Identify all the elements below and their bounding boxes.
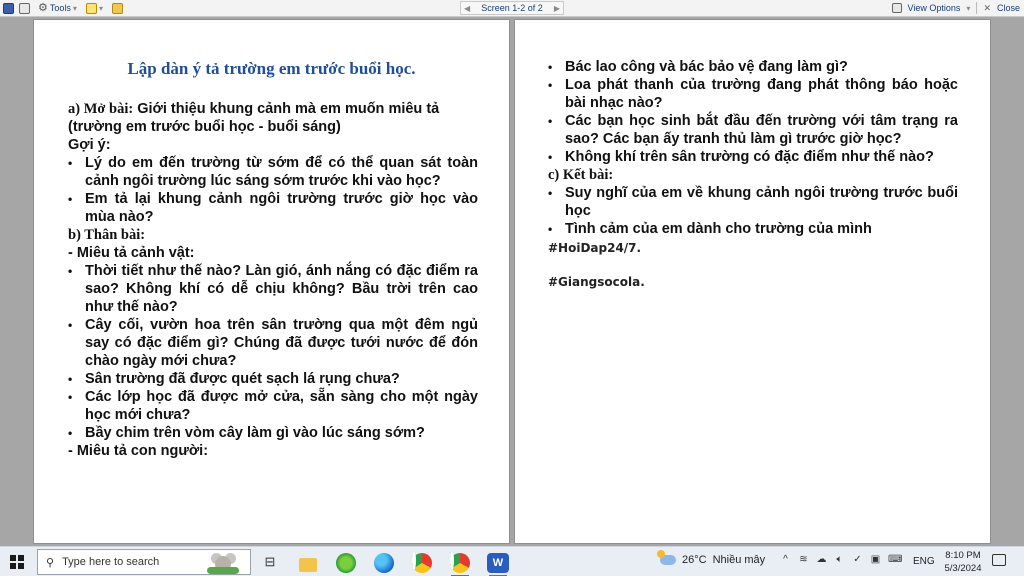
tools-menu[interactable]: ⚙ Tools ▾: [38, 1, 77, 15]
clock[interactable]: 8:10 PM 5/3/2024: [938, 549, 988, 575]
right-page-body: Bác lao công và bác bảo vệ đang làm gì? …: [548, 58, 958, 290]
reading-toolbar: ⚙ Tools ▾ ▾ ◀ Screen 1-2 of 2 ▶ View Opt…: [0, 0, 1024, 17]
list-item: Các lớp học đã được mở cửa, sẵn sàng cho…: [68, 388, 478, 424]
pen-icon: [86, 2, 97, 14]
list-item: Cây cối, vườn hoa trên sân trường qua mộ…: [68, 316, 478, 370]
koala-illustration-icon: [206, 551, 240, 575]
security-icon[interactable]: ▣: [870, 554, 881, 565]
chrome-icon: [412, 553, 432, 573]
list-item: Lý do em đến trường từ sớm để có thể qua…: [68, 154, 478, 190]
hashtag-hoidap: #HoiDap24/7.: [548, 241, 642, 255]
file-explorer-icon: [299, 557, 317, 572]
previous-screen-button[interactable]: ◀: [464, 4, 470, 13]
list-item: Tình cảm của em dành cho trường của mình: [548, 220, 958, 238]
taskbar-search-box[interactable]: ⚲ Type here to search: [37, 549, 251, 575]
word-button[interactable]: W: [486, 550, 510, 576]
highlight-button[interactable]: ▾: [86, 1, 103, 15]
system-tray: ^ ≋ ☁ 🔈︎ ✓ ▣ ⌨: [780, 554, 902, 565]
scene-list: Thời tiết như thế nào? Làn gió, ánh nắng…: [68, 262, 478, 442]
view-options-icon: [891, 3, 902, 13]
folder-icon: [112, 2, 123, 14]
opening-paragraph: a) Mở bài: Giới thiệu khung cảnh mà em m…: [68, 100, 478, 136]
clock-time: 8:10 PM: [945, 550, 981, 561]
edge-icon: [374, 553, 394, 573]
chrome-profile-button[interactable]: [448, 550, 472, 576]
chevron-down-icon: ▾: [99, 3, 104, 13]
document-title: Lập dàn ý tả trường em trước buổi học.: [127, 59, 416, 78]
divider: [976, 2, 978, 14]
taskbar: ⚲ Type here to search ⊟ W 26°C Nhiều mây…: [0, 546, 1024, 576]
word-icon: W: [487, 553, 509, 573]
body-label: b) Thân bài:: [68, 227, 146, 243]
save-icon: [3, 2, 14, 14]
edge-button[interactable]: [372, 550, 396, 574]
windows-start-icon[interactable]: [10, 555, 24, 569]
hashtag-giangsocola: #Giangsocola.: [548, 275, 645, 289]
keyboard-icon[interactable]: ⌨: [888, 554, 902, 565]
chrome-icon: [450, 553, 470, 573]
document-page-left: Lập dàn ý tả trường em trước buổi học. a…: [33, 19, 510, 544]
print-button[interactable]: [19, 1, 30, 15]
weather-widget[interactable]: 26°C Nhiều mây: [657, 550, 766, 566]
cloud-icon[interactable]: ☁: [816, 554, 827, 565]
wifi-icon[interactable]: ≋: [798, 554, 809, 565]
screen-navigator: ◀ Screen 1-2 of 2 ▶: [460, 1, 564, 15]
list-item: Bầy chim trên vòm cây làm gì vào lúc sán…: [68, 424, 478, 442]
opening-label: a) Mở bài:: [68, 101, 134, 117]
chevron-up-icon[interactable]: ^: [780, 554, 791, 565]
chevron-down-icon: ▾: [966, 3, 971, 13]
list-item: Không khí trên sân trường có đặc điểm nh…: [548, 148, 958, 166]
list-item: Em tả lại khung cảnh ngôi trường trước g…: [68, 190, 478, 226]
hint-list: Lý do em đến trường từ sớm để có thể qua…: [68, 154, 478, 226]
tools-label: Tools: [49, 3, 71, 13]
notification-icon[interactable]: [992, 554, 1006, 566]
screen-indicator[interactable]: Screen 1-2 of 2: [481, 3, 543, 13]
list-item: Bác lao công và bác bảo vệ đang làm gì?: [548, 58, 958, 76]
next-screen-button[interactable]: ▶: [554, 4, 560, 13]
document-page-right: Bác lao công và bác bảo vệ đang làm gì? …: [514, 19, 991, 544]
list-item: Suy nghĩ của em về khung cảnh ngôi trườn…: [548, 184, 958, 220]
weather-icon: [657, 550, 676, 565]
close-button[interactable]: Close: [997, 3, 1020, 13]
list-item: Thời tiết như thế nào? Làn gió, ánh nắng…: [68, 262, 478, 316]
file-explorer-button[interactable]: [296, 550, 320, 574]
close-icon: ✕: [983, 2, 991, 13]
list-item: Sân trường đã được quét sạch lá rụng chư…: [68, 370, 478, 388]
list-item: Loa phát thanh của trường đang phát thôn…: [548, 76, 958, 112]
print-icon: [19, 2, 30, 14]
language-indicator[interactable]: ENG: [913, 556, 935, 567]
people-list: Bác lao công và bác bảo vệ đang làm gì? …: [548, 58, 958, 166]
speaker-icon[interactable]: 🔈︎: [834, 554, 845, 565]
list-item: Các bạn học sinh bắt đầu đến trường với …: [548, 112, 958, 148]
weather-temp: 26°C: [682, 554, 707, 566]
search-icon: ⚲: [46, 556, 55, 569]
taskbar-apps: ⊟ W: [258, 550, 510, 576]
toolbar-right: View Options ▾ ✕ Close: [891, 1, 1020, 15]
scene-label: - Miêu tả cảnh vật:: [68, 245, 195, 261]
ending-label: c) Kết bài:: [548, 167, 614, 183]
search-placeholder: Type here to search: [62, 556, 160, 568]
comment-button[interactable]: [112, 1, 123, 15]
tools-icon: ⚙: [38, 1, 48, 14]
check-icon[interactable]: ✓: [852, 554, 863, 565]
hint-label: Gợi ý:: [68, 137, 111, 153]
save-button[interactable]: [3, 1, 14, 15]
left-page-body: a) Mở bài: Giới thiệu khung cảnh mà em m…: [68, 100, 478, 460]
chrome-button[interactable]: [410, 550, 434, 574]
weather-desc: Nhiều mây: [712, 554, 766, 566]
people-label: - Miêu tả con người:: [68, 443, 209, 459]
green-app-button[interactable]: [334, 550, 358, 574]
green-app-icon: [336, 553, 356, 573]
clock-date: 5/3/2024: [944, 563, 982, 574]
view-options-button[interactable]: View Options: [908, 3, 961, 13]
ending-list: Suy nghĩ của em về khung cảnh ngôi trườn…: [548, 184, 958, 238]
task-view-icon[interactable]: ⊟: [258, 550, 282, 574]
chevron-down-icon: ▾: [72, 3, 77, 13]
